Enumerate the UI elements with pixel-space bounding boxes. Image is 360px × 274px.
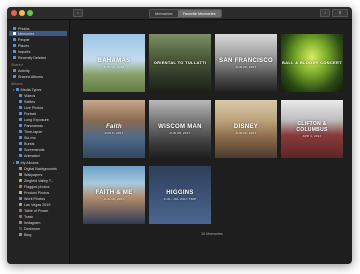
sidebar-item-media-types[interactable]: ▾ Media Types <box>13 87 67 92</box>
album-thumb-icon <box>19 203 22 206</box>
sidebar-item-people[interactable]: People <box>13 37 67 42</box>
share-icon[interactable]: ↑ <box>320 9 330 17</box>
memory-tile[interactable]: FAITH & ME JUN 18, 2017 <box>83 166 145 224</box>
sidebar-item-album[interactable]: Work Photos <box>19 196 67 201</box>
album-thumb-icon <box>19 233 22 236</box>
sidebar-item-album[interactable]: Wallpapers <box>19 172 67 177</box>
animated-icon <box>19 154 22 157</box>
sidebar-item-activity[interactable]: Activity <box>13 68 67 73</box>
minimize-window-button[interactable] <box>19 10 25 16</box>
people-icon <box>13 38 16 41</box>
album-thumb-icon <box>19 197 22 200</box>
album-thumb-icon <box>19 167 22 170</box>
sidebar-item-places[interactable]: Places <box>13 43 67 48</box>
sidebar-item-memories[interactable]: Memories <box>9 31 67 36</box>
memories-grid: BAHAMAS JUN 16, 2018 ORIENTAL TO TULLATT… <box>70 20 352 264</box>
memory-tile[interactable]: CLIFTON & COLUMBUS APR 1, 2017 <box>281 100 343 158</box>
places-icon <box>13 44 16 47</box>
memory-tile[interactable]: BAHAMAS JUN 16, 2018 <box>83 34 145 92</box>
memories-count: 10 Memories <box>201 232 223 236</box>
sidebar-item-album[interactable]: Ziegfeld Valley T... <box>19 178 67 183</box>
slo-mo-icon <box>19 136 22 139</box>
sidebar-item-live-photos[interactable]: Live Photos <box>19 105 67 110</box>
sidebar-item-slo-mo[interactable]: Slo-mo <box>19 135 67 140</box>
sidebar-item-selfies[interactable]: Selfies <box>19 99 67 104</box>
album-thumb-icon <box>19 215 22 218</box>
search-icon[interactable]: ⚲ <box>332 9 348 17</box>
zoom-window-button[interactable] <box>27 10 33 16</box>
album-thumb-icon <box>19 179 22 182</box>
time-lapse-icon <box>19 130 22 133</box>
sidebar-section-shared: Shared <box>11 63 23 67</box>
photos-window: ‹ Memories Favorite Memories ↑ ⚲ Photos … <box>7 7 352 264</box>
memories-icon <box>13 32 16 35</box>
album-thumb-icon <box>19 221 22 224</box>
tab-memories[interactable]: Memories <box>150 10 178 17</box>
sidebar-item-videos[interactable]: Videos <box>19 93 67 98</box>
album-thumb-icon <box>19 209 22 212</box>
long-exposure-icon <box>19 118 22 121</box>
sidebar-item-bursts[interactable]: Bursts <box>19 141 67 146</box>
sidebar-item-time-lapse[interactable]: Time-lapse <box>19 129 67 134</box>
sidebar-item-animated[interactable]: Animated <box>19 153 67 158</box>
screenshot-icon <box>19 148 22 151</box>
chevron-down-icon: ▾ <box>13 160 15 165</box>
video-icon <box>19 94 22 97</box>
sidebar-item-album[interactable]: Flagged photos <box>19 184 67 189</box>
memory-tile[interactable]: SAN FRANCISCO JUN 20, 2017 <box>215 34 277 92</box>
album-thumb-icon <box>19 191 22 194</box>
sidebar-section-albums: Albums <box>11 82 23 86</box>
imports-icon <box>13 50 16 53</box>
sidebar-item-album[interactable]: Product Photos <box>19 190 67 195</box>
sidebar-item-album[interactable]: Digital Backgrounds <box>19 166 67 171</box>
photos-icon <box>13 27 16 30</box>
activity-icon <box>13 69 16 72</box>
trash-icon <box>13 56 16 59</box>
sidebar-item-long-exposure[interactable]: Long Exposure <box>19 117 67 122</box>
memory-tile[interactable]: HIGGINS JUN - JUL 2017 TRIP <box>149 166 211 224</box>
chevron-down-icon: ▾ <box>13 87 15 92</box>
sidebar-item-imports[interactable]: Imports <box>13 49 67 54</box>
folder-icon <box>15 161 19 164</box>
sidebar-item-album[interactable]: Blog <box>19 232 67 237</box>
sidebar-item-my-albums[interactable]: ▾ My Albums <box>13 160 67 165</box>
tab-favorite-memories[interactable]: Favorite Memories <box>177 10 221 17</box>
back-icon[interactable]: ‹ <box>73 9 83 17</box>
folder-icon <box>15 88 19 91</box>
album-thumb-icon <box>19 173 22 176</box>
album-thumb-icon <box>19 227 22 230</box>
memory-tile[interactable]: WISCOM MAN JUN 28, 2017 <box>149 100 211 158</box>
portrait-icon <box>19 112 22 115</box>
album-thumb-icon <box>19 185 22 188</box>
close-window-button[interactable] <box>11 10 17 16</box>
memory-tile[interactable]: ORIENTAL TO TULLATTI <box>149 34 211 92</box>
memory-tile[interactable]: BALL & BLOODY CONCERT <box>281 34 343 92</box>
sidebar-item-shared-albums[interactable]: Shared Albums <box>13 74 67 79</box>
shared-albums-icon <box>13 75 16 78</box>
selfie-icon <box>19 100 22 103</box>
live-photo-icon <box>19 106 22 109</box>
memory-tile[interactable]: DISNEY JUN 26, 2017 <box>215 100 277 158</box>
memories-segmented-control: Memories Favorite Memories <box>149 9 222 18</box>
sidebar: Photos Memories People Places Imports Re… <box>7 20 70 264</box>
sidebar-item-panoramas[interactable]: Panoramas <box>19 123 67 128</box>
sidebar-item-recently-deleted[interactable]: Recently Deleted <box>13 55 67 60</box>
sidebar-item-portrait[interactable]: Portrait <box>19 111 67 116</box>
memory-tile[interactable]: Faith JUN 5, 2017 <box>83 100 145 158</box>
sidebar-item-screenshots[interactable]: Screenshots <box>19 147 67 152</box>
title-bar: ‹ Memories Favorite Memories ↑ ⚲ <box>7 7 352 20</box>
sidebar-item-album[interactable]: Instagram <box>19 220 67 225</box>
sidebar-item-album[interactable]: Table of Power <box>19 208 67 213</box>
sidebar-item-album[interactable]: Darkroom <box>19 226 67 231</box>
sidebar-item-album[interactable]: Trash <box>19 214 67 219</box>
sidebar-item-album[interactable]: Las Vegas 2019 <box>19 202 67 207</box>
bursts-icon <box>19 142 22 145</box>
panorama-icon <box>19 124 22 127</box>
